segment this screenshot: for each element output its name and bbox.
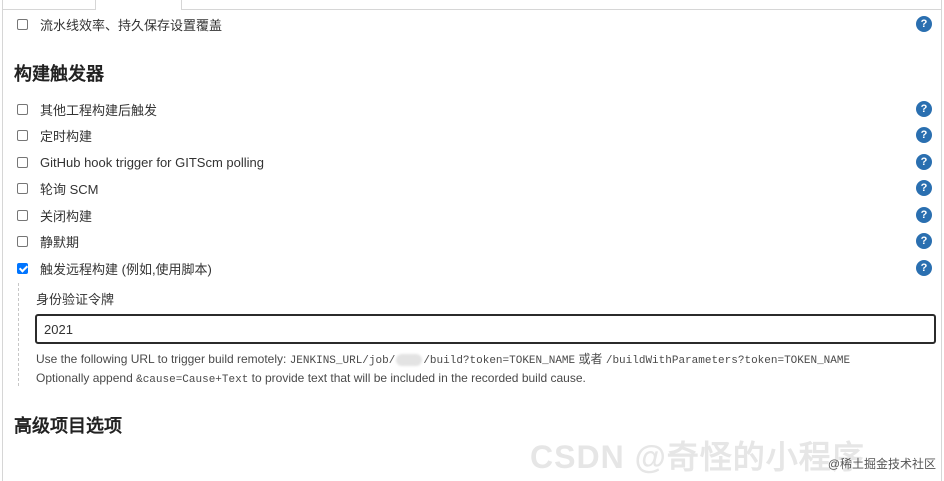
help-icon[interactable]: ? [916, 180, 932, 196]
section-title-advanced-options: 高级项目选项 [14, 416, 122, 436]
help-icon[interactable]: ? [916, 101, 932, 117]
trigger-github-hook[interactable]: GitHub hook trigger for GITScm polling ? [17, 152, 934, 172]
url-code-build: /build?token=TOKEN_NAME [423, 355, 576, 367]
config-page: 流水线效率、持久保存设置覆盖 ? 构建触发器 其他工程构建后触发 ? 定时构建 … [0, 0, 944, 481]
trigger-quiet-period[interactable]: 静默期 ? [17, 231, 934, 251]
checkbox[interactable] [17, 156, 28, 168]
option-label: 定时构建 [40, 128, 93, 144]
help-icon[interactable]: ? [916, 233, 932, 249]
checkbox[interactable] [17, 129, 28, 141]
option-pipeline-durability[interactable]: 流水线效率、持久保存设置覆盖 ? [17, 14, 934, 34]
help-icon[interactable]: ? [916, 127, 932, 143]
help-icon[interactable]: ? [916, 207, 932, 223]
option-label: 触发远程构建 (例如,使用脚本) [40, 261, 212, 277]
option-label: 关闭构建 [40, 208, 93, 224]
checkbox[interactable] [17, 209, 28, 221]
trigger-after-other-projects[interactable]: 其他工程构建后触发 ? [17, 99, 934, 119]
left-border [2, 0, 3, 481]
checkbox-checked[interactable] [17, 262, 28, 274]
trigger-remote-build[interactable]: 触发远程构建 (例如,使用脚本) ? [17, 258, 934, 278]
help-icon[interactable]: ? [916, 154, 932, 170]
url-prefix-text: Use the following URL to trigger build r… [36, 352, 287, 366]
trigger-poll-scm[interactable]: 轮询 SCM ? [17, 178, 934, 198]
active-tab-edge [95, 0, 182, 10]
option-label: 其他工程构建后触发 [40, 102, 158, 118]
option-label: 静默期 [40, 234, 80, 250]
append-code: &cause=Cause+Text [136, 374, 249, 386]
append-prefix-text: Optionally append [36, 371, 133, 385]
right-border [941, 0, 942, 481]
url-code-build-with-params: /buildWithParameters?token=TOKEN_NAME [605, 355, 851, 367]
credit-text: @稀土掘金技术社区 [827, 457, 936, 471]
help-icon[interactable]: ? [916, 260, 932, 276]
append-suffix-text: to provide text that will be included in… [251, 371, 586, 385]
nested-options-border [18, 283, 21, 386]
checkbox[interactable] [17, 235, 28, 247]
watermark: CSDN @奇怪的小程序 [530, 439, 865, 475]
url-or-text: 或者 [578, 352, 603, 366]
token-field-label: 身份验证令牌 [36, 292, 115, 307]
option-label: 轮询 SCM [40, 181, 99, 197]
checkbox[interactable] [17, 103, 28, 115]
cause-help: Optionally append &cause=Cause+Text to p… [36, 371, 586, 386]
section-title-build-triggers: 构建触发器 [14, 64, 104, 84]
trigger-disable-build[interactable]: 关闭构建 ? [17, 205, 934, 225]
checkbox[interactable] [17, 18, 28, 30]
option-label: 流水线效率、持久保存设置覆盖 [40, 17, 223, 33]
redacted-job-name [396, 353, 423, 366]
trigger-url-help: Use the following URL to trigger build r… [36, 350, 850, 367]
option-label: GitHub hook trigger for GITScm polling [40, 154, 264, 170]
auth-token-input[interactable] [35, 314, 936, 344]
trigger-periodic-build[interactable]: 定时构建 ? [17, 125, 934, 145]
help-icon[interactable]: ? [916, 16, 932, 32]
checkbox[interactable] [17, 182, 28, 194]
url-code-job: JENKINS_URL/job/ [289, 355, 396, 367]
